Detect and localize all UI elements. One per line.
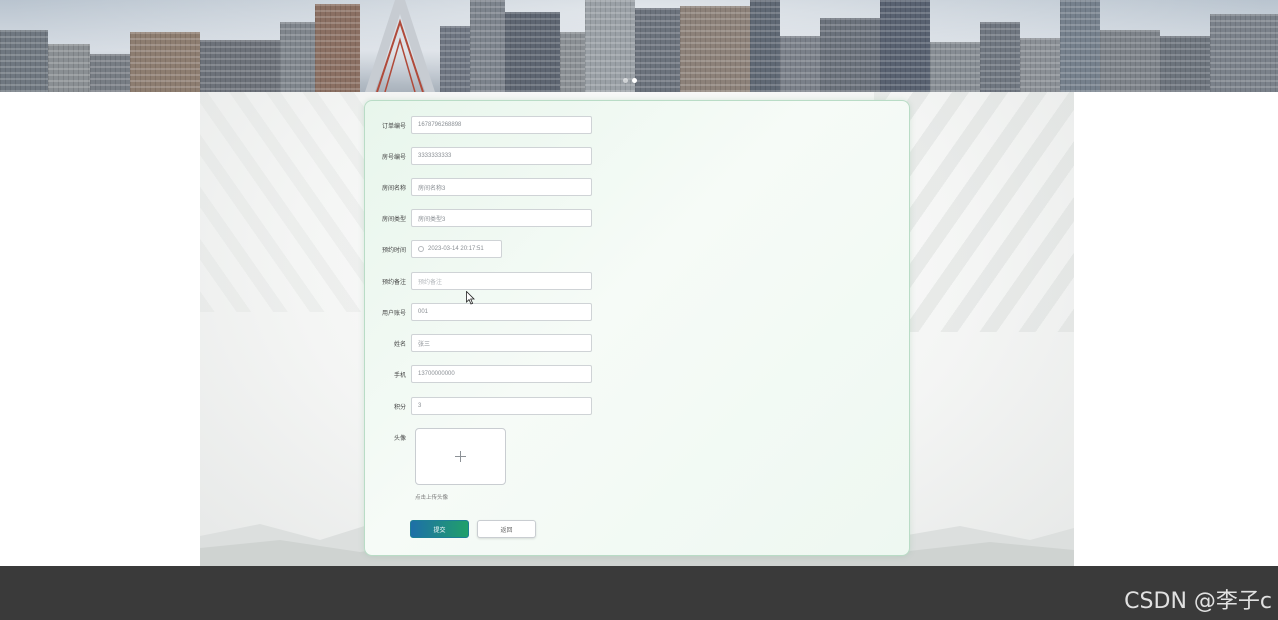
upload-hint: 点击上传头像 — [415, 495, 449, 501]
field-label: 积分 — [393, 404, 406, 411]
building — [90, 54, 130, 92]
order-form: 订单编号 1678796268898 房号编号 3333333333 房间名称 … — [364, 100, 910, 556]
page-footer — [0, 566, 1278, 620]
form-row-room-name: 房间名称 房间名称3 — [365, 178, 592, 196]
bridge-tower — [365, 0, 435, 92]
order-no-input[interactable]: 1678796268898 — [411, 116, 592, 134]
avatar-label: 头像 — [393, 436, 406, 442]
room-type-input[interactable]: 房间类型3 — [411, 209, 592, 227]
back-button[interactable]: 返回 — [477, 520, 536, 538]
building — [48, 44, 90, 92]
submit-button[interactable]: 提交 — [410, 520, 469, 538]
booking-time-value: 2023-03-14 20:17:51 — [428, 246, 484, 252]
field-label: 预约备注 — [381, 279, 406, 286]
user-account-input[interactable]: 001 — [411, 303, 592, 321]
building — [1160, 36, 1210, 92]
field-label: 预约时间 — [381, 247, 406, 254]
carousel-indicators — [623, 78, 637, 83]
building — [470, 0, 505, 92]
field-label: 房间类型 — [381, 216, 406, 223]
building — [750, 0, 780, 92]
field-label: 用户账号 — [381, 310, 406, 317]
field-label: 房间名称 — [381, 185, 406, 192]
form-row-booking-note: 预约备注 预约备注 — [365, 272, 592, 290]
form-row-order-no: 订单编号 1678796268898 — [365, 116, 592, 134]
field-label: 房号编号 — [381, 154, 406, 161]
form-row-phone: 手机 13700000000 — [365, 365, 592, 383]
decorative-pattern — [200, 92, 370, 312]
building — [1020, 38, 1060, 92]
avatar-upload[interactable] — [415, 428, 506, 485]
building — [200, 40, 280, 92]
building — [680, 6, 750, 92]
field-label: 姓名 — [393, 341, 406, 348]
watermark: CSDN @李子c — [1124, 589, 1272, 614]
form-row-name: 姓名 张三 — [365, 334, 592, 352]
banner-image — [0, 0, 1278, 92]
form-row-booking-time: 预约时间 2023-03-14 20:17:51 — [365, 240, 502, 258]
building — [930, 42, 980, 92]
building — [1210, 14, 1278, 92]
building — [505, 12, 560, 92]
building — [1060, 0, 1100, 92]
building — [280, 22, 320, 92]
name-input[interactable]: 张三 — [411, 334, 592, 352]
clock-icon — [418, 246, 424, 252]
form-row-room-no: 房号编号 3333333333 — [365, 147, 592, 165]
field-label: 订单编号 — [381, 123, 406, 130]
building — [880, 0, 930, 92]
room-name-input[interactable]: 房间名称3 — [411, 178, 592, 196]
form-row-points: 积分 3 — [365, 397, 592, 415]
room-no-input[interactable]: 3333333333 — [411, 147, 592, 165]
building — [780, 36, 820, 92]
building — [0, 30, 48, 92]
booking-time-picker[interactable]: 2023-03-14 20:17:51 — [411, 240, 502, 258]
building — [980, 22, 1020, 92]
building — [635, 8, 680, 92]
mouse-cursor-icon — [466, 291, 475, 305]
form-row-room-type: 房间类型 房间类型3 — [365, 209, 592, 227]
points-input[interactable]: 3 — [411, 397, 592, 415]
phone-input[interactable]: 13700000000 — [411, 365, 592, 383]
building — [1100, 30, 1160, 92]
building — [820, 18, 880, 92]
booking-note-input[interactable]: 预约备注 — [411, 272, 592, 290]
building — [130, 32, 200, 92]
carousel-dot[interactable] — [623, 78, 628, 83]
field-label: 手机 — [393, 372, 406, 379]
carousel-dot-active[interactable] — [632, 78, 637, 83]
building — [315, 4, 360, 92]
plus-icon — [455, 451, 466, 462]
form-row-user-account: 用户账号 001 — [365, 303, 592, 321]
